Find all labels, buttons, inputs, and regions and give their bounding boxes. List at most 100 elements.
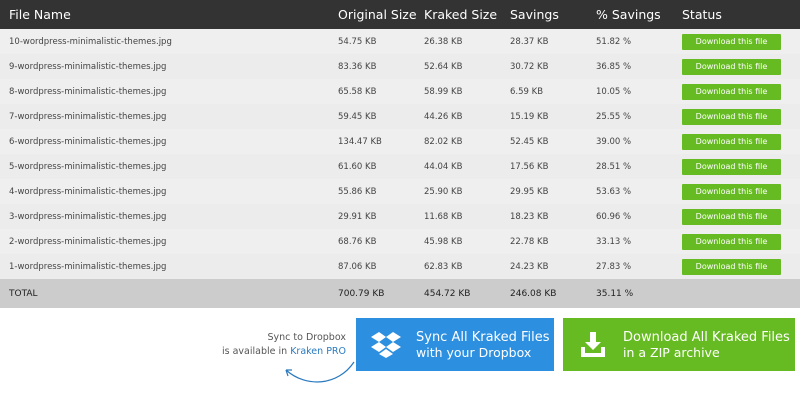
savings-cell: 15.19 KB	[510, 104, 596, 129]
table-body: 10-wordpress-minimalistic-themes.jpg 54.…	[0, 29, 800, 279]
table-row: 10-wordpress-minimalistic-themes.jpg 54.…	[0, 29, 800, 54]
savings-cell: 17.56 KB	[510, 154, 596, 179]
kraked-size-cell: 58.99 KB	[424, 86, 463, 97]
table-row: 8-wordpress-minimalistic-themes.jpg 65.5…	[0, 79, 800, 104]
table-row: 1-wordpress-minimalistic-themes.jpg 87.0…	[0, 254, 800, 279]
download-file-button[interactable]: Download this file	[682, 183, 781, 200]
sync-dropbox-line2: with your Dropbox	[416, 344, 532, 360]
total-original-size: 700.79 KB	[338, 279, 424, 308]
original-size-cell: 29.91 KB	[338, 204, 424, 229]
header-savings: Savings	[510, 0, 596, 29]
header-percent-savings: % Savings	[596, 0, 682, 29]
percent-savings-cell: 60.96 %	[596, 204, 682, 229]
sync-dropbox-button[interactable]: Sync All Kraked Files with your Dropbox	[356, 318, 554, 371]
kraken-pro-link[interactable]: Kraken PRO	[290, 346, 346, 357]
original-size-cell: 65.58 KB	[338, 86, 377, 97]
table-row: 9-wordpress-minimalistic-themes.jpg 83.3…	[0, 54, 800, 79]
original-size-cell: 68.76 KB	[338, 236, 377, 247]
kraked-size-cell: 11.68 KB	[424, 204, 510, 229]
download-file-button[interactable]: Download this file	[682, 33, 781, 50]
file-name-cell: 4-wordpress-minimalistic-themes.jpg	[9, 186, 167, 197]
file-name-cell: 6-wordpress-minimalistic-themes.jpg	[9, 136, 167, 147]
status-cell: Download this file	[682, 179, 800, 204]
file-name-cell: 5-wordpress-minimalistic-themes.jpg	[0, 154, 338, 179]
percent-savings-cell: 28.51 %	[596, 154, 682, 179]
status-cell: Download this file	[682, 229, 800, 254]
file-name-cell: 10-wordpress-minimalistic-themes.jpg	[9, 36, 172, 47]
file-name-cell: 7-wordpress-minimalistic-themes.jpg	[0, 104, 338, 129]
download-file-button[interactable]: Download this file	[682, 58, 781, 75]
status-cell: Download this file	[682, 254, 800, 279]
promo-title: Sync to Dropbox	[267, 332, 346, 343]
download-zip-line2: in a ZIP archive	[623, 344, 720, 360]
dropbox-icon	[356, 330, 416, 360]
download-tray-icon	[563, 330, 623, 360]
download-zip-text: Download All Kraked Files in a ZIP archi…	[623, 330, 790, 360]
percent-savings-cell: 27.83 %	[596, 254, 682, 279]
table-header-row: File Name Original Size Kraked Size Savi…	[0, 0, 800, 29]
header-kraked-size: Kraked Size	[424, 0, 510, 29]
download-file-button[interactable]: Download this file	[682, 133, 781, 150]
sync-dropbox-line1: Sync All Kraked Files	[416, 329, 550, 345]
download-file-button[interactable]: Download this file	[682, 158, 781, 175]
header-status: Status	[682, 0, 800, 29]
original-size-cell: 55.86 KB	[338, 186, 377, 197]
total-row: TOTAL 700.79 KB 454.72 KB 246.08 KB 35.1…	[0, 279, 800, 308]
kraked-size-cell: 44.26 KB	[424, 104, 510, 129]
original-size-cell: 134.47 KB	[338, 136, 382, 147]
total-label: TOTAL	[0, 279, 338, 308]
percent-savings-cell: 33.13 %	[596, 236, 632, 247]
results-table: File Name Original Size Kraked Size Savi…	[0, 0, 800, 308]
table-row: 3-wordpress-minimalistic-themes.jpg 29.9…	[0, 204, 800, 229]
download-file-button[interactable]: Download this file	[682, 108, 781, 125]
total-savings: 246.08 KB	[510, 279, 596, 308]
status-cell: Download this file	[682, 129, 800, 154]
status-cell: Download this file	[682, 79, 800, 104]
original-size-cell: 87.06 KB	[338, 254, 424, 279]
table-row: 5-wordpress-minimalistic-themes.jpg 61.6…	[0, 154, 800, 179]
download-zip-button[interactable]: Download All Kraked Files in a ZIP archi…	[563, 318, 795, 371]
table-row: 7-wordpress-minimalistic-themes.jpg 59.4…	[0, 104, 800, 129]
percent-savings-cell: 53.63 %	[596, 186, 632, 197]
original-size-cell: 83.36 KB	[338, 54, 424, 79]
original-size-cell: 61.60 KB	[338, 154, 424, 179]
header-original-size: Original Size	[338, 0, 424, 29]
file-name-cell: 8-wordpress-minimalistic-themes.jpg	[9, 86, 167, 97]
table-row: 6-wordpress-minimalistic-themes.jpg 134.…	[0, 129, 800, 154]
dropbox-promo: Sync to Dropbox is available in Kraken P…	[222, 331, 346, 359]
percent-savings-cell: 36.85 %	[596, 54, 682, 79]
file-name-cell: 9-wordpress-minimalistic-themes.jpg	[0, 54, 338, 79]
original-size-cell: 59.45 KB	[338, 104, 424, 129]
promo-availability: is available in Kraken PRO	[222, 345, 346, 359]
kraked-size-cell: 82.02 KB	[424, 136, 463, 147]
kraked-size-cell: 44.04 KB	[424, 154, 510, 179]
kraked-size-cell: 26.38 KB	[424, 36, 463, 47]
savings-cell: 52.45 KB	[510, 136, 549, 147]
kraked-size-cell: 25.90 KB	[424, 186, 463, 197]
total-kraked-size: 454.72 KB	[424, 279, 510, 308]
header-file-name: File Name	[0, 0, 338, 29]
table-row: 4-wordpress-minimalistic-themes.jpg 55.8…	[0, 179, 800, 204]
status-cell: Download this file	[682, 54, 800, 79]
status-cell: Download this file	[682, 204, 800, 229]
curved-arrow-icon	[285, 361, 355, 383]
file-name-cell: 1-wordpress-minimalistic-themes.jpg	[0, 254, 338, 279]
percent-savings-cell: 51.82 %	[596, 36, 632, 47]
savings-cell: 24.23 KB	[510, 254, 596, 279]
kraked-size-cell: 62.83 KB	[424, 254, 510, 279]
download-file-button[interactable]: Download this file	[682, 233, 781, 250]
savings-cell: 22.78 KB	[510, 236, 549, 247]
download-file-button[interactable]: Download this file	[682, 83, 781, 100]
download-file-button[interactable]: Download this file	[682, 258, 781, 275]
status-cell: Download this file	[682, 154, 800, 179]
percent-savings-cell: 10.05 %	[596, 86, 632, 97]
download-file-button[interactable]: Download this file	[682, 208, 781, 225]
percent-savings-cell: 39.00 %	[596, 136, 632, 147]
file-name-cell: 3-wordpress-minimalistic-themes.jpg	[0, 204, 338, 229]
savings-cell: 18.23 KB	[510, 204, 596, 229]
promo-prefix: is available in	[221, 346, 288, 357]
file-name-cell: 2-wordpress-minimalistic-themes.jpg	[9, 236, 167, 247]
original-size-cell: 54.75 KB	[338, 36, 377, 47]
total-status-empty	[682, 279, 800, 308]
savings-cell: 29.95 KB	[510, 186, 549, 197]
